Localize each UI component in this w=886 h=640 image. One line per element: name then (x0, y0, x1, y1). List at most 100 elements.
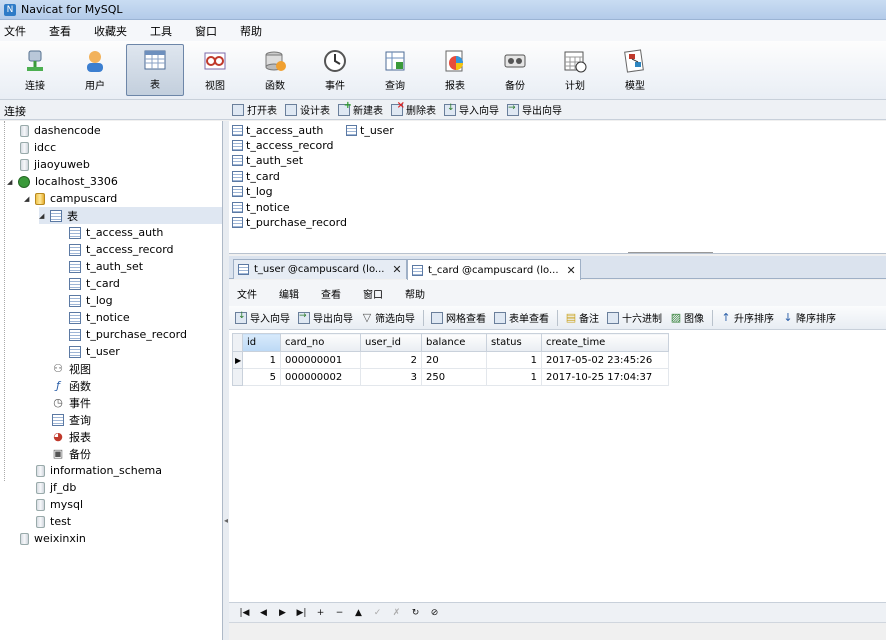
apply-changes-icon[interactable]: ✓ (368, 608, 387, 618)
tree-table-t_access_auth[interactable]: t_access_auth (69, 224, 163, 241)
report-button[interactable]: 报表 (426, 44, 484, 96)
doc-menu-view[interactable]: 查看 (321, 286, 341, 301)
tree-db-jf_db[interactable]: jf_db (36, 479, 76, 496)
refresh-icon[interactable]: ↻ (406, 608, 425, 618)
delete-table-button[interactable]: 删除表 (391, 100, 436, 117)
tree-table-t_purchase_record[interactable]: t_purchase_record (69, 326, 187, 343)
stop-icon[interactable]: ⊘ (425, 608, 444, 618)
table-row[interactable]: 5 000000002 3 250 1 2017-10-25 17:04:37 (232, 368, 669, 386)
image-button[interactable]: ▨ 图像 (670, 310, 704, 325)
previous-record-icon[interactable]: ◀ (254, 608, 273, 618)
cell-status[interactable]: 1 (486, 351, 542, 369)
tree-reports-folder[interactable]: ◕ 报表 (52, 428, 91, 445)
menu-window[interactable]: 窗口 (191, 23, 228, 39)
design-table-button[interactable]: 设计表 (285, 102, 330, 117)
import-wizard-button[interactable]: 导入向导 (235, 310, 290, 325)
discard-changes-icon[interactable]: ✗ (387, 608, 406, 618)
table-button[interactable]: 表 (126, 44, 184, 96)
tab-t_card[interactable]: t_card @campuscard (lo... ✕ (407, 259, 581, 280)
cell-balance[interactable]: 250 (421, 368, 487, 386)
cell-create_time[interactable]: 2017-10-25 17:04:37 (541, 368, 669, 386)
first-record-icon[interactable]: |◀ (235, 608, 254, 618)
tree-table-t_log[interactable]: t_log (69, 292, 113, 309)
close-tab-icon[interactable]: ✕ (567, 264, 576, 277)
object-t_access_auth[interactable]: t_access_auth (232, 123, 323, 138)
cell-user_id[interactable]: 3 (360, 368, 422, 386)
cell-id[interactable]: 5 (242, 368, 281, 386)
tree-db-dashencode[interactable]: dashencode (20, 122, 101, 139)
menu-file[interactable]: 文件 (0, 23, 37, 39)
model-button[interactable]: 模型 (606, 44, 664, 96)
tree-db-mysql[interactable]: mysql (36, 496, 83, 513)
cell-balance[interactable]: 20 (421, 351, 487, 369)
sort-descending-button[interactable]: ↓ 降序排序 (782, 310, 836, 325)
tree-table-t_auth_set[interactable]: t_auth_set (69, 258, 143, 275)
tree-functions-folder[interactable]: ƒ 函数 (52, 377, 91, 394)
column-header-create_time[interactable]: create_time (541, 333, 669, 352)
new-table-button[interactable]: 新建表 (338, 100, 383, 117)
backup-button[interactable]: 备份 (486, 44, 544, 96)
grid-view-button[interactable]: 网格查看 (431, 310, 486, 325)
form-view-button[interactable]: 表单查看 (494, 310, 549, 325)
tree-db-weixinxin[interactable]: weixinxin (20, 530, 86, 547)
cell-id[interactable]: 1 (242, 351, 281, 369)
row-header[interactable] (232, 368, 243, 386)
move-up-icon[interactable]: ▲ (349, 608, 368, 618)
tree-table-t_card[interactable]: t_card (69, 275, 120, 292)
tree-db-test[interactable]: test (36, 513, 71, 530)
hex-button[interactable]: 十六进制 (607, 310, 662, 325)
open-table-button[interactable]: 打开表 (232, 102, 277, 117)
object-t_card[interactable]: t_card (232, 169, 280, 184)
tree-db-jiaoyuweb[interactable]: jiaoyuweb (20, 156, 90, 173)
object-t_user[interactable]: t_user (346, 123, 394, 138)
column-header-user_id[interactable]: user_id (360, 333, 422, 352)
tree-queries-folder[interactable]: 查询 (52, 411, 91, 428)
tree-host-localhost[interactable]: ◢ localhost_3306 (7, 173, 118, 190)
collapse-arrow-icon[interactable]: ◢ (39, 212, 48, 220)
doc-menu-edit[interactable]: 编辑 (279, 286, 299, 301)
collapse-arrow-icon[interactable]: ◢ (7, 178, 16, 186)
table-row[interactable]: ▶ 1 000000001 2 20 1 2017-05-02 23:45:26 (232, 351, 669, 369)
doc-menu-window[interactable]: 窗口 (363, 286, 383, 301)
tree-db-campuscard[interactable]: ◢ campuscard (24, 190, 117, 207)
delete-record-icon[interactable]: − (330, 608, 349, 618)
close-tab-icon[interactable]: ✕ (392, 263, 401, 276)
cell-status[interactable]: 1 (486, 368, 542, 386)
next-record-icon[interactable]: ▶ (273, 608, 292, 618)
view-button[interactable]: 视图 (186, 44, 244, 96)
object-t_notice[interactable]: t_notice (232, 200, 290, 215)
tree-backups-folder[interactable]: ▣ 备份 (52, 445, 91, 462)
column-header-balance[interactable]: balance (421, 333, 487, 352)
object-t_log[interactable]: t_log (232, 184, 273, 199)
tab-t_user[interactable]: t_user @campuscard (lo... ✕ (233, 259, 407, 279)
event-button[interactable]: 事件 (306, 44, 364, 96)
object-t_purchase_record[interactable]: t_purchase_record (232, 215, 347, 230)
filter-wizard-button[interactable]: ▽ 筛选向导 (361, 310, 415, 325)
menu-tools[interactable]: 工具 (146, 23, 183, 39)
import-wizard-button[interactable]: 导入向导 (444, 102, 499, 117)
column-header-id[interactable]: id (242, 333, 281, 352)
doc-menu-file[interactable]: 文件 (237, 286, 257, 301)
memo-button[interactable]: ▤ 备注 (565, 310, 599, 325)
tree-table-t_notice[interactable]: t_notice (69, 309, 130, 326)
connection-button[interactable]: 连接 (6, 44, 64, 96)
doc-menu-help[interactable]: 帮助 (405, 286, 425, 301)
menu-help[interactable]: 帮助 (236, 23, 273, 39)
tree-table-t_access_record[interactable]: t_access_record (69, 241, 174, 258)
cell-create_time[interactable]: 2017-05-02 23:45:26 (541, 351, 669, 369)
tree-views-folder[interactable]: ⚇ 视图 (52, 360, 91, 377)
user-button[interactable]: 用户 (66, 44, 124, 96)
collapse-arrow-icon[interactable]: ◢ (24, 195, 33, 203)
menu-view[interactable]: 查看 (45, 23, 82, 39)
tree-events-folder[interactable]: ◷ 事件 (52, 394, 91, 411)
splitter-grip-icon[interactable]: ◂ (224, 516, 228, 525)
column-header-status[interactable]: status (486, 333, 542, 352)
export-wizard-button[interactable]: 导出向导 (507, 102, 562, 117)
object-t_auth_set[interactable]: t_auth_set (232, 153, 303, 168)
add-record-icon[interactable]: + (311, 608, 330, 618)
current-row-indicator[interactable]: ▶ (232, 351, 243, 369)
export-wizard-button[interactable]: 导出向导 (298, 310, 353, 325)
column-header-card_no[interactable]: card_no (280, 333, 361, 352)
tree-tables-folder[interactable]: ◢ 表 (39, 207, 222, 224)
menu-favorites[interactable]: 收藏夹 (90, 23, 138, 39)
